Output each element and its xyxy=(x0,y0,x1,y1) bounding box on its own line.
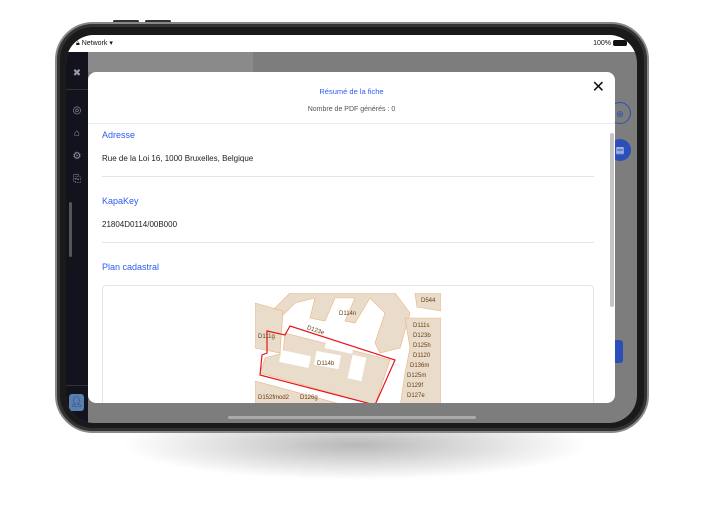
map-label: D125m xyxy=(407,373,426,379)
network-label: Network xyxy=(81,40,108,47)
map-label: D544 xyxy=(421,298,436,304)
divider xyxy=(66,385,88,386)
close-button[interactable]: ✕ xyxy=(592,80,605,96)
divider xyxy=(102,242,594,243)
divider xyxy=(88,123,615,124)
address-heading: Adresse xyxy=(102,130,136,140)
cadastral-map: D114n D123e D111g D114b D111s D123b D125… xyxy=(255,293,441,403)
home-indicator xyxy=(228,416,476,419)
camera-plus-icon: ⊕ xyxy=(616,109,624,119)
battery-icon xyxy=(613,40,627,47)
screen: 🔒︎ Network ▾ 100% ✖ ◎ ⌂ ⚙ ⎘ 👤︎ ⊕ ▤ Résum… xyxy=(66,35,637,423)
divider xyxy=(102,176,594,177)
pdf-count: Nombre de PDF générés : 0 xyxy=(307,106,396,113)
badge-icon[interactable]: ◎ xyxy=(70,104,84,118)
document-sync-icon[interactable]: ⎘ xyxy=(70,173,84,187)
kapakey-value: 21804D0114/00B000 xyxy=(102,220,178,229)
map-label: D114n xyxy=(339,311,356,317)
map-label: D136m xyxy=(410,363,429,369)
status-bar: 🔒︎ Network ▾ 100% xyxy=(66,35,637,52)
home-icon[interactable]: ⌂ xyxy=(70,127,84,141)
modal-title: Résumé de la fiche xyxy=(319,87,384,96)
close-icon[interactable]: ✖ xyxy=(70,67,84,81)
modal-scrollbar[interactable] xyxy=(610,133,614,307)
background-panel xyxy=(88,52,253,72)
sidebar: ✖ ◎ ⌂ ⚙ ⎘ 👤︎ xyxy=(66,52,88,423)
user-icon[interactable]: 👤︎ xyxy=(69,394,84,411)
settings-icon[interactable]: ⚙ xyxy=(70,150,84,164)
map-label: D1120 xyxy=(413,353,431,359)
cadastral-heading: Plan cadastral xyxy=(102,262,160,272)
lock-icon: 🔒︎ xyxy=(76,40,80,47)
battery-label: 100% xyxy=(593,40,611,47)
cadastral-map-card: D114n D123e D111g D114b D111s D123b D125… xyxy=(102,285,594,403)
map-label: D125h xyxy=(413,343,431,349)
map-label: D111g xyxy=(258,334,275,340)
map-label: D127e xyxy=(407,393,425,399)
summary-modal: Résumé de la fiche Nombre de PDF générés… xyxy=(88,72,615,403)
wifi-icon: ▾ xyxy=(109,40,113,47)
map-label: D123b xyxy=(413,333,431,339)
kapakey-heading: KapaKey xyxy=(102,196,139,206)
address-value: Rue de la Loi 16, 1000 Bruxelles, Belgiq… xyxy=(102,154,254,163)
sidebar-scrollbar[interactable] xyxy=(69,202,72,257)
map-label: D129f xyxy=(407,383,423,389)
map-label: D111s xyxy=(413,323,429,329)
map-label: D126g xyxy=(300,395,318,401)
map-label: D152fmod2 xyxy=(258,395,290,401)
map-label: D114b xyxy=(317,361,335,367)
pdf-icon: ▤ xyxy=(615,145,625,155)
divider xyxy=(66,89,88,90)
